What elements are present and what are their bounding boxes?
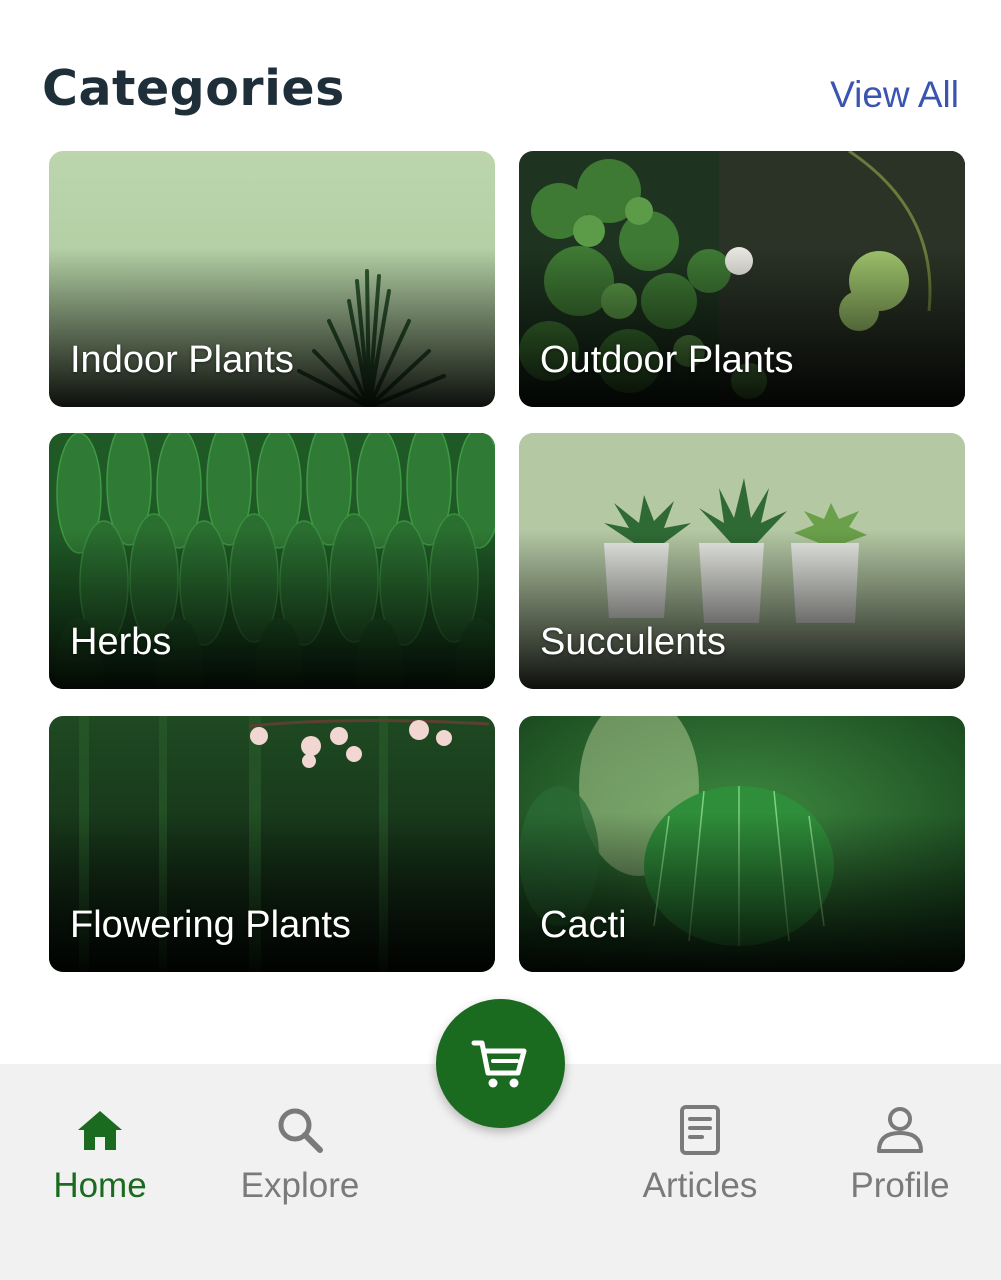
category-card-herbs[interactable]: Herbs (49, 433, 495, 689)
cart-icon (471, 1040, 527, 1088)
category-label: Indoor Plants (70, 339, 294, 381)
category-label: Herbs (70, 621, 172, 663)
home-icon (78, 1111, 122, 1150)
header: Categories View All (0, 0, 1001, 140)
user-icon (877, 1107, 923, 1153)
card-gradient-overlay (49, 530, 495, 689)
nav-profile-label: Profile (850, 1166, 950, 1205)
search-icon (278, 1108, 323, 1153)
category-card-succulents[interactable]: Succulents (519, 433, 965, 689)
card-gradient-overlay (519, 813, 965, 972)
page-title: Categories (42, 60, 345, 117)
document-icon (680, 1105, 720, 1155)
category-card-cacti[interactable]: Cacti (519, 716, 965, 972)
nav-articles[interactable]: Articles (600, 1104, 800, 1206)
nav-articles-label: Articles (642, 1166, 758, 1205)
category-card-outdoor-plants[interactable]: Outdoor Plants (519, 151, 965, 407)
card-gradient-overlay (519, 248, 965, 407)
category-card-indoor-plants[interactable]: Indoor Plants (49, 151, 495, 407)
category-label: Succulents (540, 621, 726, 663)
nav-explore[interactable]: Explore (200, 1104, 400, 1206)
category-label: Flowering Plants (70, 904, 351, 946)
nav-home[interactable]: Home (0, 1104, 200, 1206)
card-gradient-overlay (49, 248, 495, 407)
category-label: Cacti (540, 904, 627, 946)
nav-explore-label: Explore (240, 1166, 360, 1205)
nav-home-label: Home (53, 1166, 147, 1205)
category-label: Outdoor Plants (540, 339, 794, 381)
card-gradient-overlay (49, 813, 495, 972)
category-card-flowering-plants[interactable]: Flowering Plants (49, 716, 495, 972)
card-gradient-overlay (519, 530, 965, 689)
cart-button[interactable] (436, 999, 565, 1128)
nav-profile[interactable]: Profile (800, 1104, 1000, 1206)
view-all-link[interactable]: View All (830, 74, 959, 116)
